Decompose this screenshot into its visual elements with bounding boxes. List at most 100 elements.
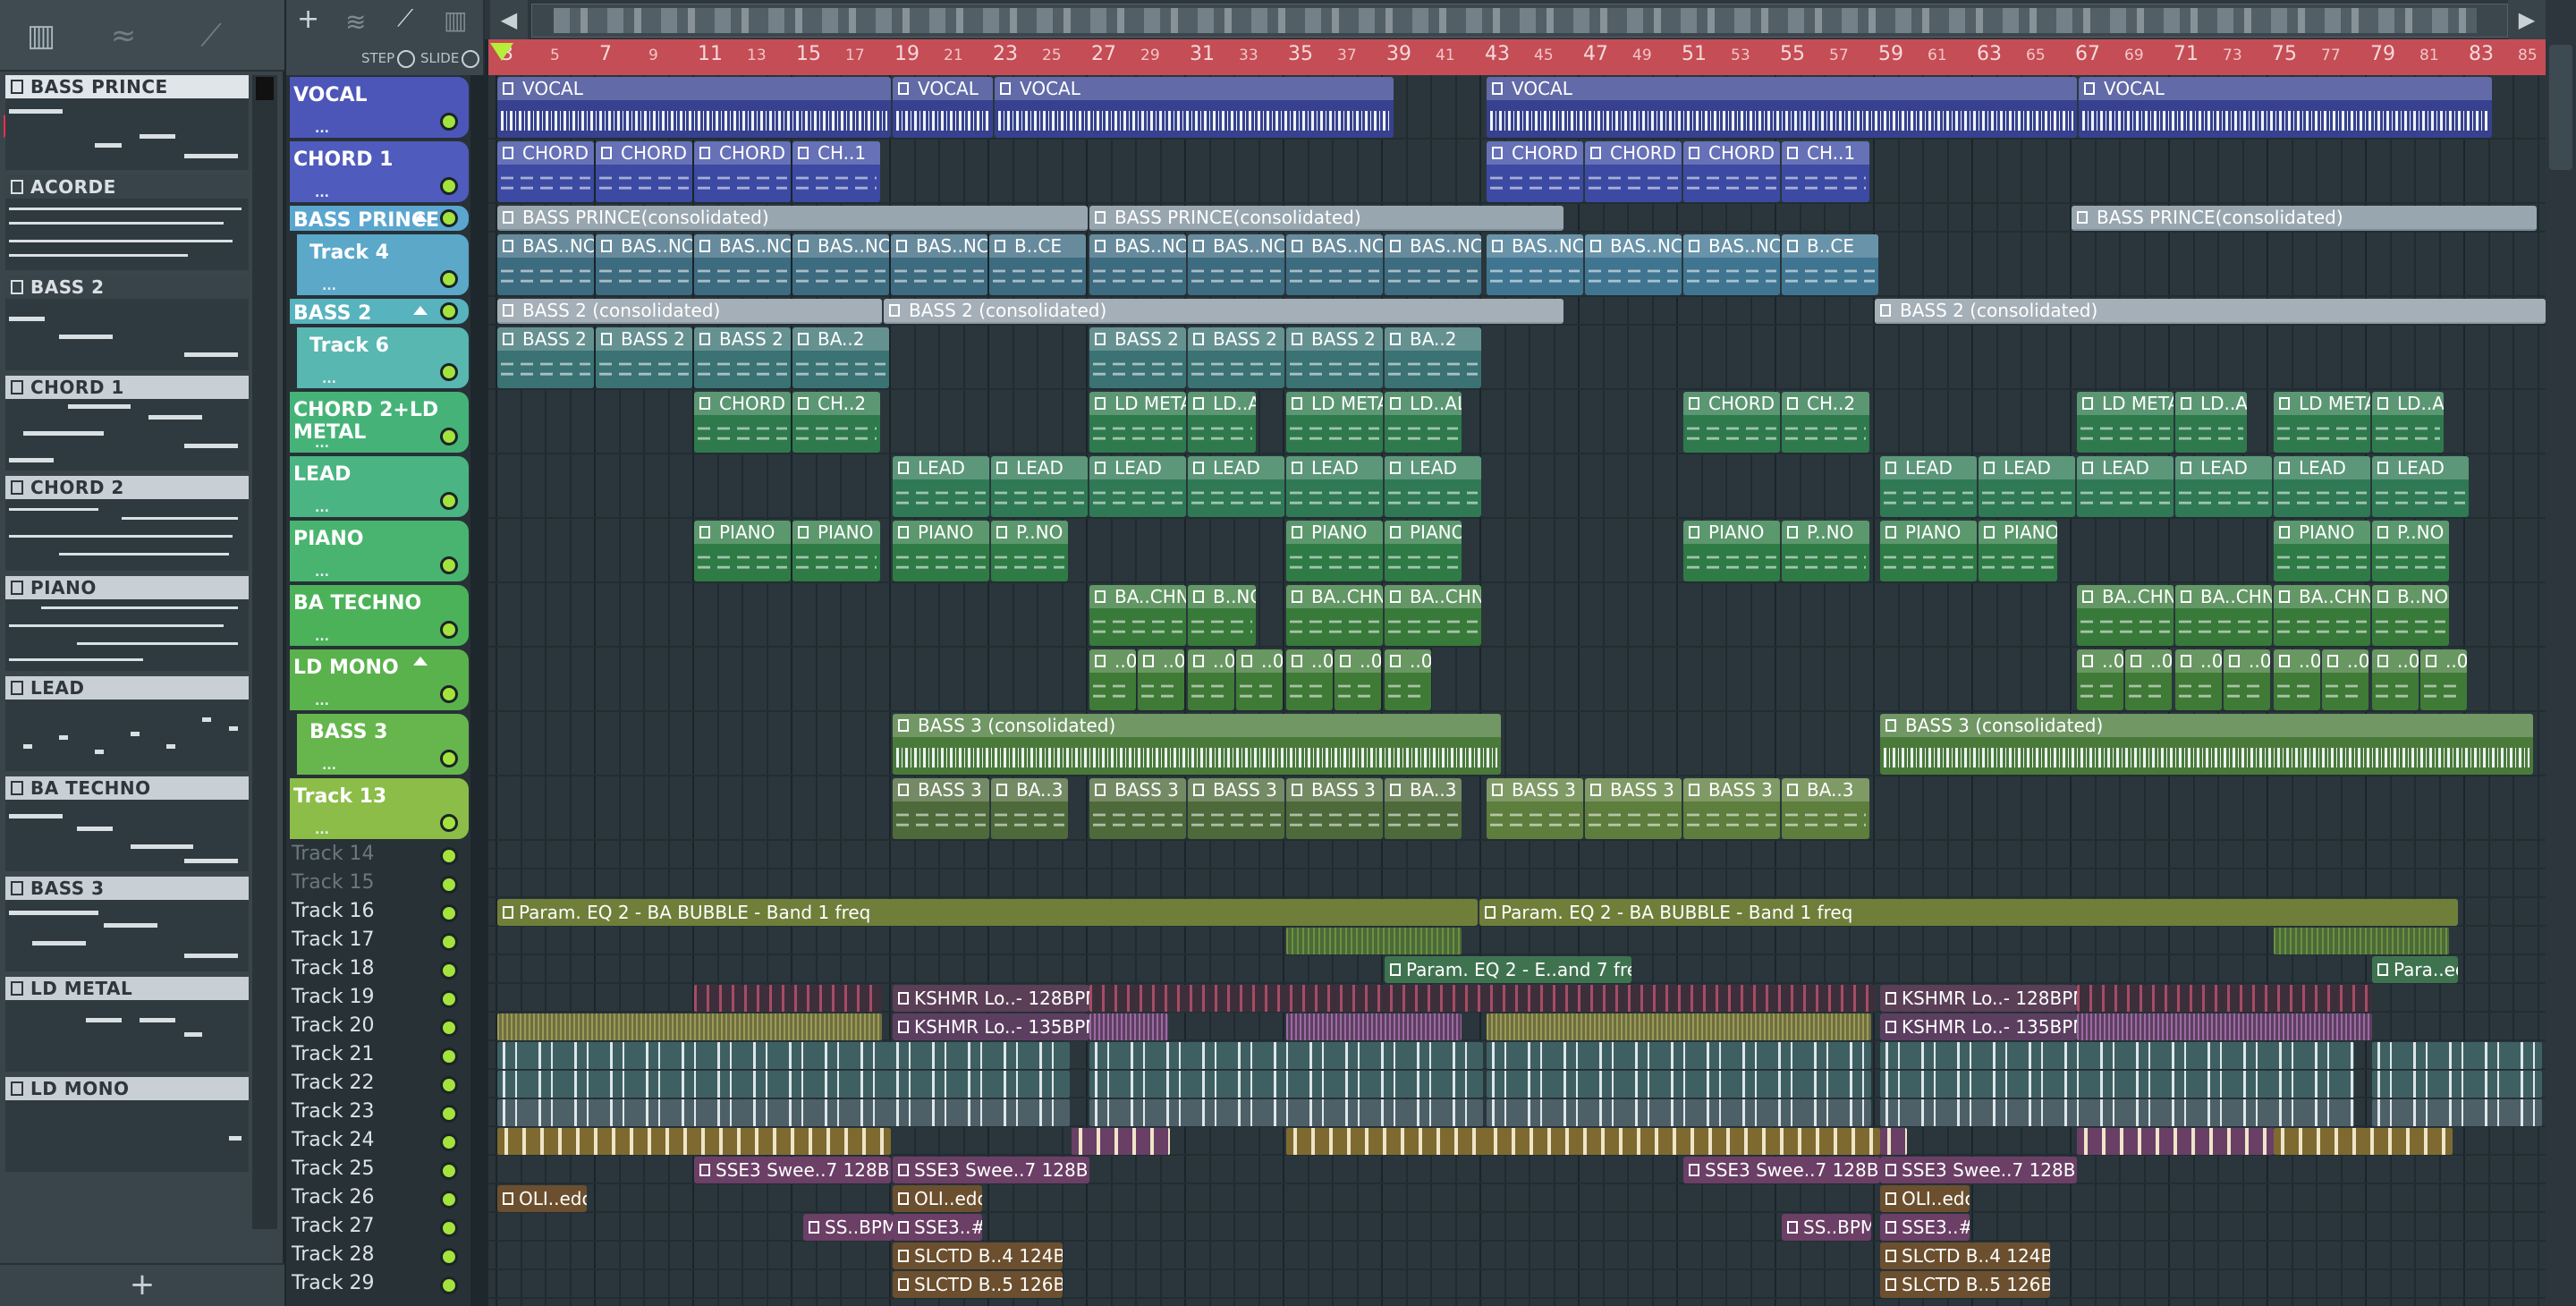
track-header[interactable]: Track 18 (290, 957, 469, 985)
playlist-clip[interactable]: LEAD (1188, 456, 1284, 517)
track-header[interactable]: BASS PRINCE (290, 206, 469, 232)
track-mute-led-icon[interactable] (440, 933, 458, 951)
playlist-clip[interactable]: LD METAL (2274, 392, 2370, 453)
clip-menu-icon[interactable] (2377, 462, 2388, 474)
playlist-clip[interactable]: CH..1 (1782, 141, 1869, 202)
playlist-clip[interactable]: BAS..NCE (694, 234, 791, 295)
playlist-clip[interactable]: LD..AL (1385, 392, 1462, 453)
playlist-clip[interactable]: PIANO (1286, 521, 1383, 581)
playlist-clip[interactable]: ..0 (2077, 649, 2123, 710)
clip-menu-icon[interactable] (996, 462, 1007, 474)
playlist-clip[interactable]: BAS..NCE (1487, 234, 1583, 295)
clip-menu-icon[interactable] (1095, 462, 1106, 474)
clip-menu-icon[interactable] (2181, 590, 2191, 603)
playlist-clip[interactable]: PIANO (1979, 521, 2057, 581)
clip-menu-icon[interactable] (1390, 333, 1401, 345)
clip-menu-icon[interactable] (2279, 590, 2290, 603)
clip-menu-icon[interactable] (2279, 655, 2290, 667)
playlist-clip[interactable]: PIANO (893, 521, 989, 581)
playlist-overview[interactable] (531, 4, 2508, 38)
track-header[interactable]: Track 25 (290, 1158, 469, 1185)
playlist-clip[interactable]: BASS 2 (1089, 327, 1186, 388)
clip-menu-icon[interactable] (1787, 147, 1798, 159)
clip-menu-icon[interactable] (1492, 784, 1503, 796)
playlist-clip[interactable]: BA..3 (991, 778, 1068, 839)
playlist-clip[interactable]: CH..2 (792, 392, 880, 453)
clip-menu-icon[interactable] (1689, 397, 1699, 410)
playlist-clip[interactable] (1487, 1128, 1880, 1155)
track-header[interactable]: Track 15 (290, 871, 469, 899)
clip-menu-icon[interactable] (1193, 590, 1204, 603)
clip-menu-icon[interactable] (601, 147, 612, 159)
overview-thumb[interactable] (554, 8, 2477, 33)
playlist-clip[interactable]: BA..3 (1385, 778, 1462, 839)
scroll-right-arrow-icon[interactable]: ▶ (2508, 0, 2546, 39)
pattern-item[interactable]: BA TECHNO (5, 776, 249, 871)
playlist-clip[interactable]: KSHMR Lo..- 128BPM (893, 985, 1089, 1012)
clip-menu-icon[interactable] (1885, 1221, 1896, 1234)
clip-menu-icon[interactable] (809, 1221, 819, 1234)
playlist-clip[interactable] (497, 1099, 1070, 1126)
clip-menu-icon[interactable] (1787, 784, 1798, 796)
playlist-clip[interactable]: BAS..NCE (1683, 234, 1780, 295)
clip-menu-icon[interactable] (2279, 526, 2290, 539)
clip-menu-icon[interactable] (1885, 992, 1896, 1005)
clip-menu-icon[interactable] (1292, 333, 1302, 345)
clip-menu-icon[interactable] (996, 526, 1007, 539)
track-mute-led-icon[interactable] (440, 209, 458, 227)
clip-menu-icon[interactable] (503, 333, 513, 345)
playlist-clip[interactable] (694, 985, 882, 1012)
track-header[interactable]: Track 16 (290, 900, 469, 928)
playlist-clip[interactable]: SLCTD B..4 124BPM (1880, 1242, 2050, 1269)
playlist-clip[interactable]: BAS..NCE (497, 234, 594, 295)
playlist-clip[interactable]: SSE3 Swee..7 128BPM (1880, 1157, 2077, 1183)
playlist-clip[interactable]: SSE3 Swee..7 128BPM (1683, 1157, 1880, 1183)
clip-menu-icon[interactable] (798, 147, 809, 159)
pattern-item[interactable]: BASS 3 (5, 877, 249, 971)
playlist-clip[interactable]: BASS 3 (1585, 778, 1682, 839)
playlist-clip[interactable]: ..0 (1385, 649, 1431, 710)
playlist-clip[interactable]: BAS..NCE (596, 234, 692, 295)
playlist-clip[interactable]: ..0 (2274, 649, 2320, 710)
clip-menu-icon[interactable] (1292, 784, 1302, 796)
playlist-clip[interactable]: ..0 (2125, 649, 2172, 710)
playlist-clip[interactable] (497, 1013, 882, 1040)
playlist-clip[interactable]: BASS PRINCE(consolidated) (2072, 206, 2537, 231)
playlist-clip[interactable] (1089, 1099, 1483, 1126)
track-header[interactable]: Track 6... (297, 327, 469, 388)
add-track-button[interactable]: + (297, 4, 319, 35)
clip-menu-icon[interactable] (1390, 397, 1401, 410)
track-menu-dots[interactable]: ... (322, 279, 336, 293)
playlist-clip[interactable] (2372, 1099, 2542, 1126)
clip-menu-icon[interactable] (2077, 211, 2088, 224)
clip-menu-icon[interactable] (2279, 462, 2290, 474)
timeline-ruler[interactable]: 3 5 7 9 11 13 15 17 19 21 23 25 27 29 31 33 35 37 39 41 43 45… (488, 39, 2546, 75)
playlist-clip[interactable]: BASS 2 (consolidated) (1875, 299, 2546, 324)
playlist-clip[interactable] (1487, 1013, 1871, 1040)
playlist-clip[interactable]: ..0 (1335, 649, 1381, 710)
track-menu-dots[interactable]: ... (315, 694, 329, 708)
playlist-clip[interactable]: BAS..NCE (1089, 234, 1186, 295)
clip-menu-icon[interactable] (1885, 1250, 1896, 1262)
playlist-clip[interactable]: SSE3 Swee..7 128BPM (694, 1157, 891, 1183)
clip-menu-icon[interactable] (898, 992, 909, 1005)
playlist-clip[interactable]: Param. EQ 2 - BA BUBBLE - Band 1 freq (1479, 899, 2458, 926)
clip-menu-icon[interactable] (1984, 526, 1995, 539)
slide-toggle[interactable] (462, 50, 479, 68)
clip-menu-icon[interactable] (798, 240, 809, 252)
playlist-clip[interactable] (1286, 1013, 1462, 1040)
track-mute-led-icon[interactable] (440, 1219, 458, 1237)
playlist-clip[interactable]: LEAD (2372, 456, 2469, 517)
clip-menu-icon[interactable] (503, 304, 513, 317)
track-mute-led-icon[interactable] (440, 1162, 458, 1180)
clip-menu-icon[interactable] (1880, 304, 1891, 317)
clip-menu-icon[interactable] (898, 1164, 909, 1176)
track-mute-led-icon[interactable] (440, 1105, 458, 1123)
clip-menu-icon[interactable] (898, 526, 909, 539)
clip-menu-icon[interactable] (898, 462, 909, 474)
playhead-marker-icon[interactable] (490, 43, 513, 61)
playlist-clip[interactable]: VOCAL (893, 77, 993, 138)
track-menu-dots[interactable]: ... (315, 437, 329, 451)
clip-menu-icon[interactable] (798, 397, 809, 410)
playlist-clip[interactable] (497, 1071, 1070, 1098)
